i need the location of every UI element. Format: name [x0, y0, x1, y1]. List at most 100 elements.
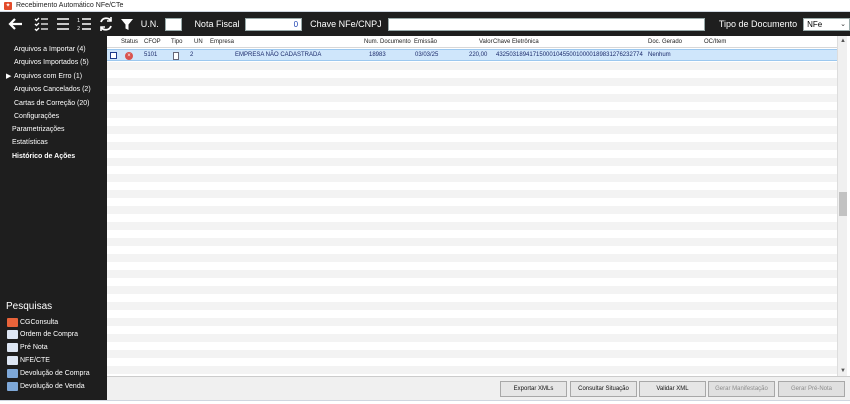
column-header-un[interactable]: UN: [194, 39, 203, 45]
cell-num-documento: 18983: [369, 52, 386, 58]
empty-grid-row: [107, 310, 837, 318]
cell-un: 2: [190, 52, 194, 58]
empty-grid-row: [107, 142, 837, 150]
sidebar-item-cartas-correcao[interactable]: Cartas de Correção (20): [14, 100, 89, 107]
back-arrow-icon[interactable]: [6, 14, 25, 34]
document-icon: [173, 52, 179, 60]
empty-grid-row: [107, 326, 837, 334]
pesquisa-item[interactable]: NFE/CTE: [7, 355, 50, 365]
column-header-chave[interactable]: Chave Eletrônica: [493, 39, 539, 45]
empty-grid-row: [107, 358, 837, 366]
empty-grid-row: [107, 174, 837, 182]
pesquisa-item-icon: [7, 368, 18, 378]
app-icon: ✦: [4, 1, 12, 10]
tipo-documento-select[interactable]: NFe ⌄: [803, 17, 850, 31]
pesquisa-item-label: Ordem de Compra: [20, 331, 78, 339]
tipo-documento-label: Tipo de Documento: [718, 19, 798, 29]
scroll-up-icon[interactable]: ▲: [838, 36, 848, 46]
column-header-doc-gerado[interactable]: Doc. Gerado: [648, 39, 682, 45]
empty-grid-row: [107, 334, 837, 342]
column-header-valor[interactable]: Valor: [479, 39, 493, 45]
column-header-empresa[interactable]: Empresa: [210, 39, 234, 45]
empty-grid-row: [107, 134, 837, 142]
column-header-tipo[interactable]: Tipo: [171, 39, 182, 45]
svg-text:1: 1: [77, 18, 80, 24]
pesquisas-title: Pesquisas: [6, 301, 53, 312]
sidebar-item-estatisticas[interactable]: Estatísticas: [12, 139, 48, 146]
filter-icon[interactable]: [117, 14, 136, 34]
cell-chave: 4325031894171500010455001000018983127623…: [496, 52, 643, 58]
sidebar-item-arquivos-importados[interactable]: Arquivos Importados (5): [14, 59, 89, 66]
nota-fiscal-label: Nota Fiscal: [194, 19, 240, 29]
un-input[interactable]: [164, 17, 183, 31]
empty-grid-row: [107, 86, 837, 94]
chave-input[interactable]: [387, 17, 705, 31]
column-header-num-documento[interactable]: Num. Documento: [364, 39, 411, 45]
checklist-icon[interactable]: [31, 14, 50, 34]
column-header-status[interactable]: Status: [121, 39, 138, 45]
documents-grid: Status CFOP Tipo UN Empresa Num. Documen…: [107, 36, 837, 376]
validar-xml-button[interactable]: Validar XML: [639, 381, 706, 397]
pesquisa-item[interactable]: Pré Nota: [7, 343, 48, 353]
scrollbar-thumb[interactable]: [839, 192, 847, 216]
gerar-pre-nota-button[interactable]: Gerar Pré-Nota: [778, 381, 845, 397]
empty-grid-row: [107, 262, 837, 270]
pesquisa-item-label: Devolução de Compra: [20, 369, 90, 377]
empty-grid-row: [107, 206, 837, 214]
empty-grid-row: [107, 278, 837, 286]
nota-fiscal-input[interactable]: 0: [245, 17, 303, 31]
tipo-documento-value: NFe: [807, 19, 823, 29]
grid-rows: × 5101 2 EMPRESA NÃO CADASTRADA 18983 03…: [107, 48, 837, 376]
scroll-down-icon[interactable]: ▼: [838, 366, 848, 376]
pesquisa-item-icon: [7, 355, 18, 365]
empty-grid-row: [107, 286, 837, 294]
column-header-oc-item[interactable]: OC/Item: [704, 39, 726, 45]
column-header-cfop[interactable]: CFOP: [144, 39, 161, 45]
pesquisa-item[interactable]: Ordem de Compra: [7, 330, 78, 340]
empty-grid-row: [107, 166, 837, 174]
empty-grid-row: [107, 158, 837, 166]
pesquisa-item-label: Devolução de Venda: [20, 382, 85, 390]
empty-grid-row: [107, 126, 837, 134]
sidebar-item-arquivos-erro[interactable]: Arquivos com Erro (1): [14, 73, 82, 80]
error-status-icon: ×: [125, 52, 133, 60]
empty-grid-row: [107, 94, 837, 102]
list-icon[interactable]: [53, 14, 72, 34]
gerar-manifestacao-button[interactable]: Gerar Manifestação: [708, 381, 775, 397]
empty-grid-row: [107, 254, 837, 262]
empty-grid-row: [107, 302, 837, 310]
empty-grid-row: [107, 214, 837, 222]
vertical-scrollbar[interactable]: ▲ ▼: [837, 36, 847, 376]
refresh-icon[interactable]: [96, 14, 115, 34]
pesquisa-item[interactable]: Devolução de Compra: [7, 368, 90, 378]
exportar-xmls-button[interactable]: Exportar XMLs: [500, 381, 567, 397]
window-bottom-edge: [0, 400, 850, 404]
empty-grid-row: [107, 350, 837, 358]
sidebar-item-historico-acoes[interactable]: Histórico de Ações: [12, 153, 75, 160]
consultar-situacao-button[interactable]: Consultar Situação: [570, 381, 637, 397]
table-row[interactable]: × 5101 2 EMPRESA NÃO CADASTRADA 18983 03…: [107, 49, 837, 61]
pesquisa-item[interactable]: Devolução de Venda: [7, 381, 85, 391]
svg-text:2: 2: [77, 26, 80, 32]
sidebar-item-parametrizacoes[interactable]: Parametrizações: [12, 126, 65, 133]
caret-right-icon: ▶: [6, 73, 12, 80]
column-header-emissao[interactable]: Emissão: [414, 39, 437, 45]
empty-grid-row: [107, 270, 837, 278]
window-title: Recebimento Automático NFe/CTe: [16, 2, 124, 9]
chevron-down-icon: ⌄: [840, 21, 846, 28]
sidebar-item-configuracoes[interactable]: Configurações: [14, 113, 59, 120]
pesquisa-item-label: Pré Nota: [20, 344, 48, 352]
cell-emissao: 03/03/25: [415, 52, 439, 58]
sidebar-item-arquivos-importar[interactable]: Arquivos a Importar (4): [14, 46, 86, 53]
numbered-list-icon[interactable]: 12: [74, 14, 93, 34]
sidebar-item-arquivos-cancelados[interactable]: Arquivos Cancelados (2): [14, 86, 91, 93]
empty-grid-row: [107, 246, 837, 254]
row-checkbox[interactable]: [110, 52, 117, 59]
empty-grid-row: [107, 238, 837, 246]
pesquisa-item-icon: [7, 317, 18, 327]
window-titlebar: ✦ Recebimento Automático NFe/CTe: [0, 0, 850, 12]
empty-grid-row: [107, 62, 837, 70]
pesquisa-item[interactable]: CGConsulta: [7, 317, 58, 327]
cell-doc-gerado: Nenhum: [648, 52, 671, 58]
cell-cfop: 5101: [144, 52, 158, 58]
